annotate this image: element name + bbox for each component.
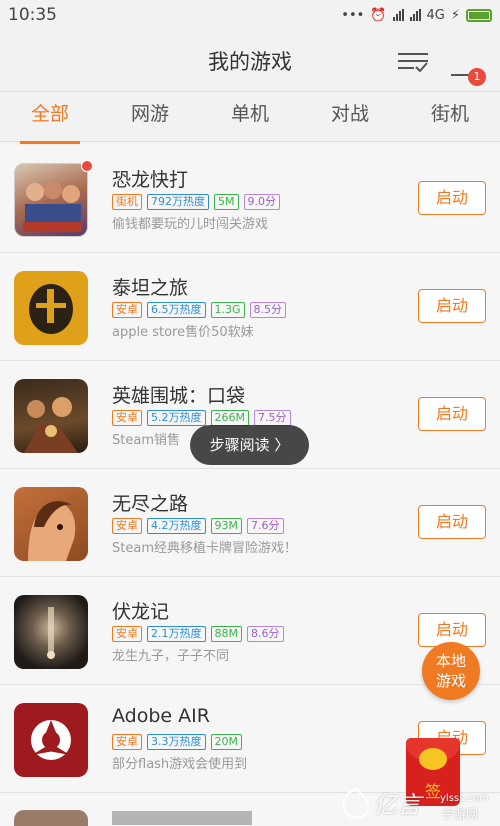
platform-tag: 安卓 [112,734,142,750]
launch-button[interactable]: 启动 [418,181,486,215]
manage-list-icon[interactable] [398,50,428,74]
signal-icon [392,9,404,21]
game-list: 恐龙快打 街机 792万热度 5M 9.0分 偷钱都要玩的儿时闯关游戏 启动 泰… [0,145,500,793]
tab-battle[interactable]: 对战 [300,92,400,141]
watermark-sub: 手游网 [442,807,479,821]
network-type: 4G [426,7,445,23]
signal-icon-2 [409,9,421,21]
status-bar: 10:35 ••• ⏰ 4G ⚡ [0,0,500,30]
game-desc: 偷钱都要玩的儿时闯关游戏 [112,217,269,232]
list-item[interactable]: 恐龙快打 街机 792万热度 5M 9.0分 偷钱都要玩的儿时闯关游戏 启动 [0,145,500,253]
score-tag: 8.5分 [249,302,287,318]
size-tag: 88M [210,626,242,642]
game-desc: Steam经典移植卡牌冒险游戏！ [112,541,297,556]
game-tags: 安卓 6.5万热度 1.3G 8.5分 [112,302,287,318]
game-desc: apple store售价50软妹 [112,325,254,340]
heat-tag: 3.3万热度 [147,734,206,750]
game-icon [14,271,88,345]
game-name: Adobe AIR [112,705,210,727]
game-name-partial [112,811,312,825]
heat-tag: 5.2万热度 [147,410,206,426]
heat-tag: 792万热度 [147,194,209,210]
score-tag: 8.6分 [247,626,284,642]
status-icons: ••• ⏰ 4G ⚡ [341,8,492,23]
game-tags: 安卓 3.3万热度 20M [112,734,242,750]
local-games-label-1: 本地 [435,652,466,670]
update-dot [81,160,93,172]
coin-icon [419,748,447,770]
platform-tag: 安卓 [112,626,142,642]
category-tabs: 全部 网游 单机 对战 街机 [0,92,500,144]
watermark-main: 亿言 [373,791,421,819]
tab-online[interactable]: 网游 [100,92,200,141]
game-tags: 安卓 5.2万热度 266M 7.5分 [112,410,291,426]
watermark-domain: ylsss.com [440,793,489,804]
game-icon [14,595,88,669]
platform-tag: 街机 [112,194,142,210]
tab-arcade[interactable]: 街机 [400,92,500,141]
size-tag: 20M [210,734,242,750]
launch-button[interactable]: 启动 [418,505,486,539]
tab-all[interactable]: 全部 [0,92,100,144]
size-tag: 93M [210,518,242,534]
battery-icon [466,8,492,22]
alarm-icon: ⏰ [370,7,387,23]
watermark-logo: 亿言 ylsss.com 手游网 [340,783,500,826]
game-name: 无尽之路 [112,493,189,515]
game-icon [14,810,88,826]
local-games-button[interactable]: 本地 游戏 [422,642,480,700]
charging-icon: ⚡ [450,7,460,23]
launch-button[interactable]: 启动 [418,289,486,323]
page-title: 我的游戏 [208,49,292,74]
size-tag: 1.3G [210,302,245,318]
platform-tag: 安卓 [112,518,142,534]
list-item[interactable]: 泰坦之旅 安卓 6.5万热度 1.3G 8.5分 apple store售价50… [0,253,500,361]
platform-tag: 安卓 [112,410,142,426]
step-read-toast[interactable]: 步骤阅读 〉 [190,425,309,465]
game-desc: 龙生九子，子子不同 [112,649,230,664]
size-tag: 5M [214,194,239,210]
game-icon [14,487,88,561]
status-time: 10:35 [8,5,57,25]
game-name: 恐龙快打 [112,169,189,191]
game-desc: Steam销售 [112,433,180,448]
game-tags: 安卓 2.1万热度 88M 8.6分 [112,626,284,642]
heat-tag: 4.2万热度 [147,518,206,534]
launch-button[interactable]: 启动 [418,397,486,431]
size-tag: 266M [210,410,249,426]
notification-badge: 1 [468,68,486,86]
platform-tag: 安卓 [112,302,142,318]
heat-tag: 6.5万热度 [147,302,206,318]
game-name: 英雄围城：口袋 [112,385,246,407]
status-more-dots: ••• [341,7,365,23]
game-icon [14,163,88,237]
game-name: 伏龙记 [112,601,170,623]
game-icon [14,703,88,777]
title-bar: 我的游戏 1 [0,30,500,92]
game-tags: 街机 792万热度 5M 9.0分 [112,194,280,210]
local-games-label-2: 游戏 [435,672,466,690]
score-tag: 7.6分 [247,518,284,534]
game-desc: 部分flash游戏会使用到 [112,757,248,772]
tab-single[interactable]: 单机 [200,92,300,141]
score-tag: 9.0分 [243,194,280,210]
score-tag: 7.5分 [254,410,291,426]
heat-tag: 2.1万热度 [147,626,206,642]
list-item[interactable]: 无尽之路 安卓 4.2万热度 93M 7.6分 Steam经典移植卡牌冒险游戏！… [0,469,500,577]
game-name: 泰坦之旅 [112,277,189,299]
game-tags: 安卓 4.2万热度 93M 7.6分 [112,518,284,534]
game-icon [14,379,88,453]
